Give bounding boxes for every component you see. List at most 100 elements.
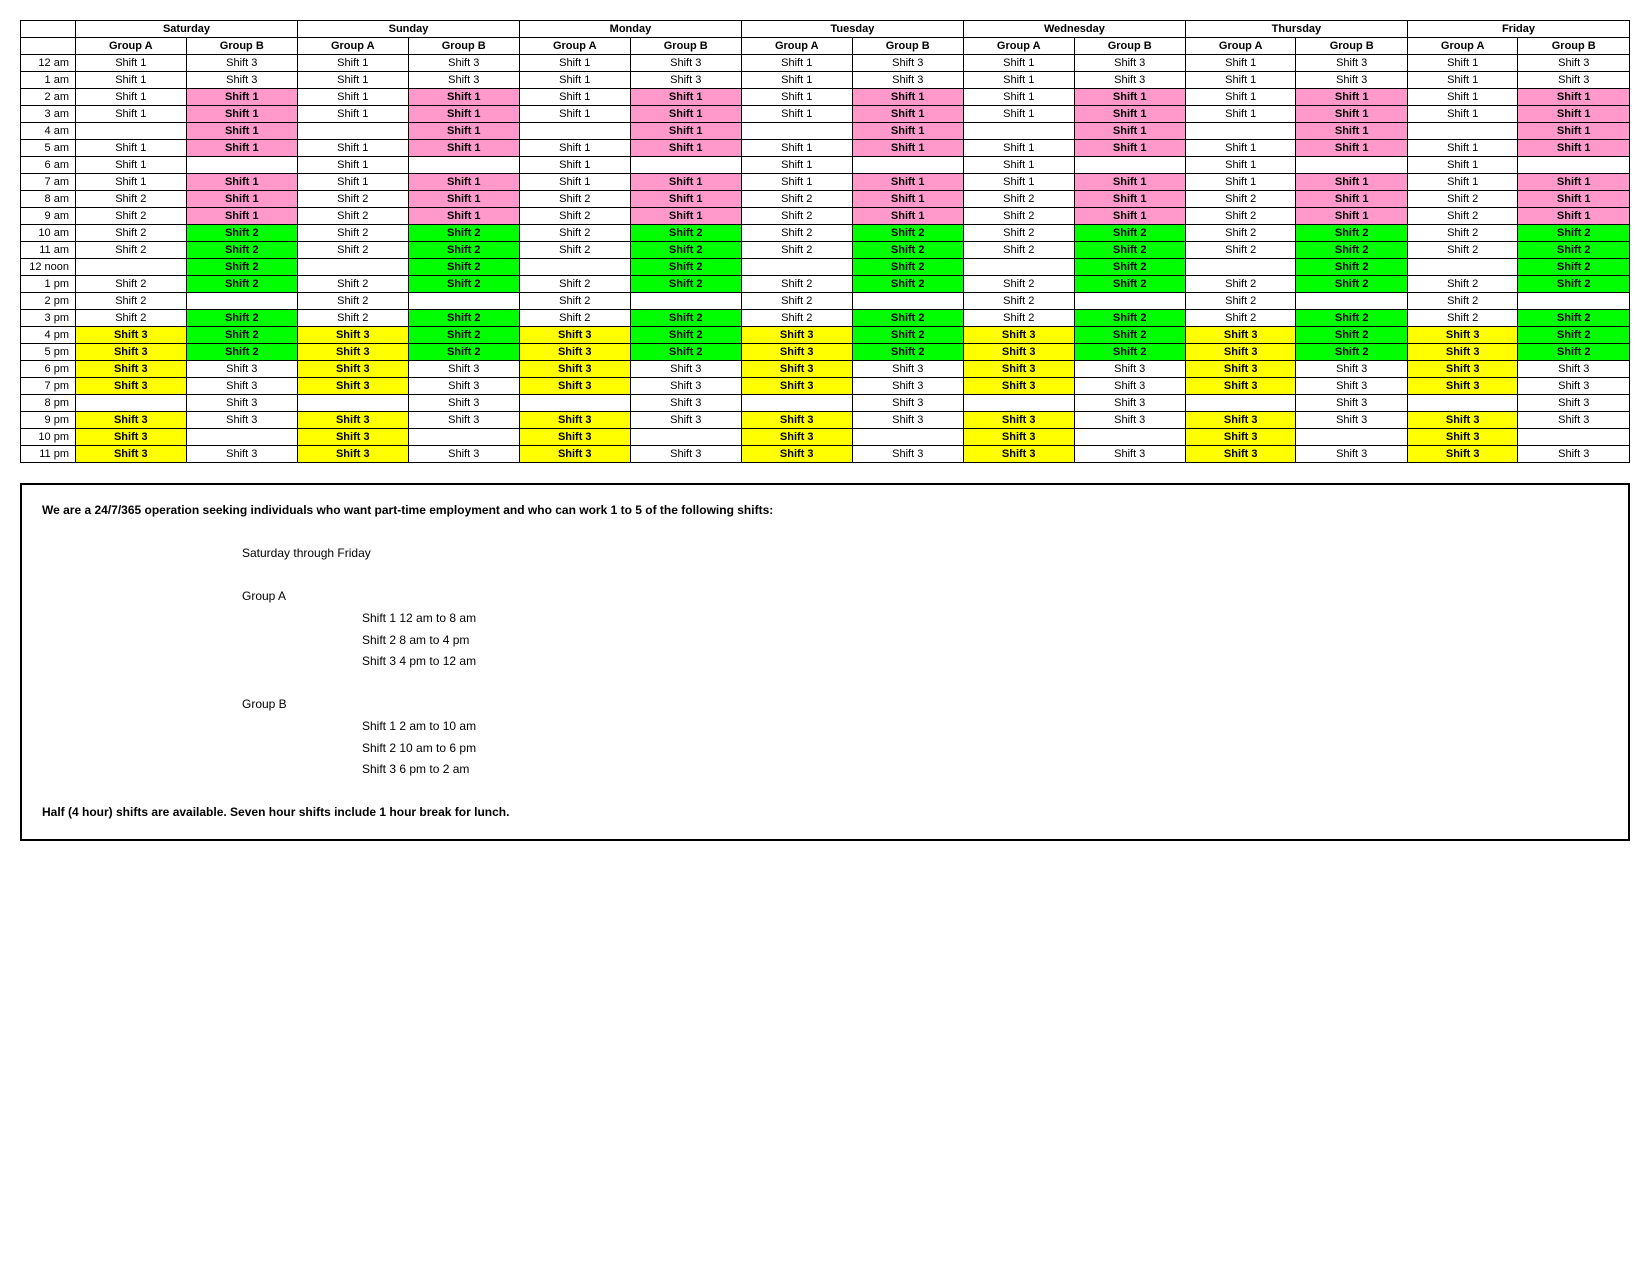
schedule-cell: Shift 3	[519, 327, 630, 344]
schedule-cell	[76, 259, 187, 276]
schedule-cell	[1518, 429, 1630, 446]
schedule-cell: Shift 1	[297, 140, 408, 157]
schedule-cell: Shift 1	[408, 174, 519, 191]
schedule-cell	[1407, 123, 1518, 140]
schedule-cell	[963, 123, 1074, 140]
monday-header: Monday	[519, 21, 741, 38]
schedule-cell: Shift 1	[297, 106, 408, 123]
schedule-cell: Shift 2	[1185, 225, 1296, 242]
schedule-cell: Shift 1	[741, 72, 852, 89]
schedule-cell	[519, 395, 630, 412]
schedule-cell: Shift 3	[519, 361, 630, 378]
schedule-cell: Shift 1	[1074, 123, 1185, 140]
schedule-cell: Shift 3	[186, 378, 297, 395]
schedule-cell: Shift 2	[630, 344, 741, 361]
schedule-cell: Shift 2	[963, 225, 1074, 242]
schedule-cell: Shift 3	[408, 361, 519, 378]
schedule-cell: Shift 3	[297, 378, 408, 395]
thu-groupa-header: Group A	[1185, 38, 1296, 55]
schedule-cell: Shift 2	[852, 242, 963, 259]
schedule-cell: Shift 2	[741, 191, 852, 208]
schedule-cell: Shift 3	[1074, 361, 1185, 378]
time-cell: 11 am	[21, 242, 76, 259]
schedule-cell: Shift 2	[297, 242, 408, 259]
schedule-cell: Shift 3	[1407, 344, 1518, 361]
schedule-cell: Shift 2	[1074, 327, 1185, 344]
tue-groupa-header: Group A	[741, 38, 852, 55]
schedule-cell: Shift 2	[76, 191, 187, 208]
schedule-cell: Shift 3	[1518, 412, 1630, 429]
schedule-cell: Shift 1	[1518, 89, 1630, 106]
schedule-cell	[1296, 429, 1407, 446]
schedule-cell: Shift 1	[1518, 106, 1630, 123]
schedule-cell: Shift 3	[1407, 446, 1518, 463]
time-cell: 8 pm	[21, 395, 76, 412]
schedule-cell: Shift 2	[1296, 327, 1407, 344]
schedule-cell: Shift 1	[1185, 89, 1296, 106]
schedule-cell: Shift 3	[741, 344, 852, 361]
time-header	[21, 21, 76, 38]
schedule-cell: Shift 2	[630, 259, 741, 276]
schedule-cell: Shift 3	[1296, 72, 1407, 89]
schedule-cell: Shift 3	[1518, 55, 1630, 72]
schedule-cell: Shift 3	[963, 361, 1074, 378]
schedule-cell: Shift 3	[1185, 378, 1296, 395]
schedule-cell: Shift 2	[408, 242, 519, 259]
schedule-cell: Shift 2	[963, 293, 1074, 310]
schedule-cell	[630, 157, 741, 174]
schedule-cell: Shift 1	[186, 123, 297, 140]
schedule-cell: Shift 2	[297, 208, 408, 225]
info-footer: Half (4 hour) shifts are available. Seve…	[42, 805, 509, 819]
schedule-cell: Shift 1	[408, 140, 519, 157]
schedule-cell: Shift 3	[852, 55, 963, 72]
schedule-cell: Shift 2	[76, 242, 187, 259]
schedule-cell: Shift 3	[1518, 72, 1630, 89]
schedule-cell: Shift 3	[1518, 361, 1630, 378]
groupa-shift-item: Shift 2 8 am to 4 pm	[362, 630, 1608, 652]
schedule-cell: Shift 3	[76, 429, 187, 446]
schedule-cell	[1296, 293, 1407, 310]
schedule-cell: Shift 2	[741, 310, 852, 327]
schedule-cell: Shift 1	[519, 89, 630, 106]
schedule-cell: Shift 2	[186, 310, 297, 327]
time-cell: 3 am	[21, 106, 76, 123]
schedule-cell: Shift 1	[741, 140, 852, 157]
schedule-cell: Shift 1	[1296, 174, 1407, 191]
schedule-cell: Shift 2	[1407, 242, 1518, 259]
schedule-cell: Shift 1	[519, 55, 630, 72]
schedule-cell: Shift 1	[408, 208, 519, 225]
wed-groupb-header: Group B	[1074, 38, 1185, 55]
schedule-cell: Shift 1	[297, 89, 408, 106]
schedule-cell: Shift 1	[852, 208, 963, 225]
schedule-cell: Shift 2	[76, 208, 187, 225]
schedule-cell: Shift 2	[408, 225, 519, 242]
schedule-cell: Shift 2	[1074, 259, 1185, 276]
schedule-cell: Shift 3	[1518, 395, 1630, 412]
schedule-cell: Shift 3	[76, 344, 187, 361]
schedule-cell: Shift 1	[741, 157, 852, 174]
schedule-cell: Shift 3	[1296, 55, 1407, 72]
time-cell: 9 pm	[21, 412, 76, 429]
schedule-cell	[408, 293, 519, 310]
schedule-cell: Shift 1	[963, 89, 1074, 106]
schedule-cell: Shift 1	[519, 174, 630, 191]
time-cell: 8 am	[21, 191, 76, 208]
schedule-cell: Shift 3	[186, 361, 297, 378]
schedule-cell	[1074, 293, 1185, 310]
schedule-cell: Shift 3	[1407, 327, 1518, 344]
schedule-cell: Shift 2	[1296, 276, 1407, 293]
schedule-cell	[963, 395, 1074, 412]
schedule-cell: Shift 2	[1407, 208, 1518, 225]
schedule-cell: Shift 1	[852, 89, 963, 106]
schedule-cell: Shift 1	[1296, 106, 1407, 123]
schedule-cell: Shift 1	[741, 174, 852, 191]
info-subheading: Saturday through Friday	[242, 543, 1608, 565]
schedule-cell: Shift 3	[297, 429, 408, 446]
time-cell: 3 pm	[21, 310, 76, 327]
schedule-cell: Shift 2	[1074, 344, 1185, 361]
schedule-cell: Shift 2	[630, 225, 741, 242]
schedule-cell: Shift 2	[1407, 310, 1518, 327]
schedule-cell: Shift 1	[297, 72, 408, 89]
schedule-cell: Shift 2	[963, 310, 1074, 327]
sunday-header: Sunday	[297, 21, 519, 38]
